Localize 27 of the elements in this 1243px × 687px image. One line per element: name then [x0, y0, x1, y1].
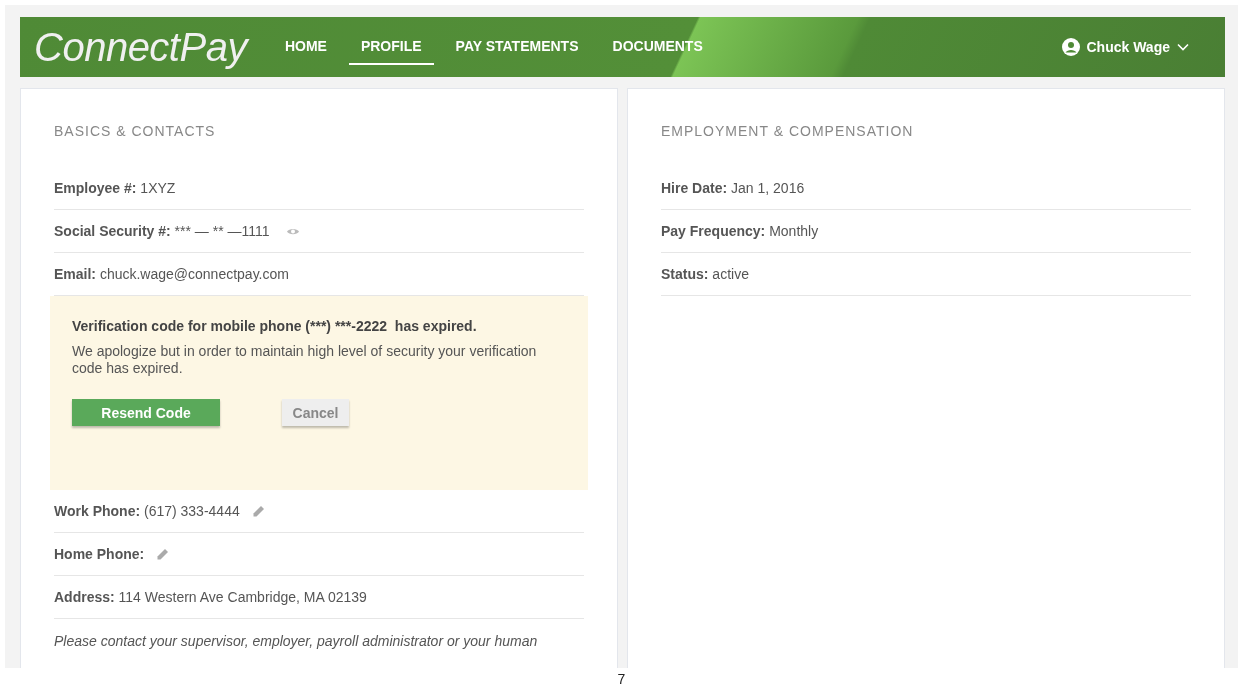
contact-note: Please contact your supervisor, employer, payroll administrator or your human	[54, 632, 539, 649]
pencil-icon[interactable]	[156, 547, 170, 561]
field-text: Address: 114 Western Ave Cambridge, MA 02139	[54, 589, 367, 605]
resend-code-button[interactable]: Resend Code	[72, 399, 220, 426]
cancel-button[interactable]: Cancel	[282, 399, 349, 426]
field-text: Employee #: 1XYZ	[54, 180, 176, 196]
field-text: Email: chuck.wage@connectpay.com	[54, 266, 289, 282]
user-menu[interactable]: Chuck Wage	[1055, 37, 1195, 57]
field-text: Social Security #: *** — ** —1111	[54, 223, 270, 239]
nav-tab[interactable]: DOCUMENTS	[600, 29, 715, 65]
user-icon	[1061, 38, 1080, 56]
chevron-down-icon	[1177, 43, 1189, 51]
field-text: Status: active	[661, 266, 749, 282]
field-text: Hire Date: Jan 1, 2016	[661, 180, 805, 196]
eye-icon[interactable]	[285, 226, 300, 236]
pencil-icon[interactable]	[251, 504, 265, 518]
field-text: Pay Frequency: Monthly	[661, 223, 819, 239]
nav-tab[interactable]: PAY STATEMENTS	[443, 29, 591, 65]
alert-message: We apologize but in order to maintain high level of security your verification code has expired.	[72, 343, 538, 377]
nav-tab[interactable]: HOME	[272, 29, 339, 65]
nav-tab[interactable]: PROFILE	[348, 29, 434, 65]
field-text: Home Phone:	[54, 546, 145, 562]
field-text: Work Phone: (617) 333-4444	[54, 503, 240, 519]
page-number: 7	[617, 671, 626, 687]
section-title: EMPLOYMENT & COMPENSATION	[661, 123, 915, 139]
section-title: BASICS & CONTACTS	[54, 123, 217, 139]
alert-title: Verification code for mobile phone (***) ***-2222 has expired.	[72, 318, 478, 334]
